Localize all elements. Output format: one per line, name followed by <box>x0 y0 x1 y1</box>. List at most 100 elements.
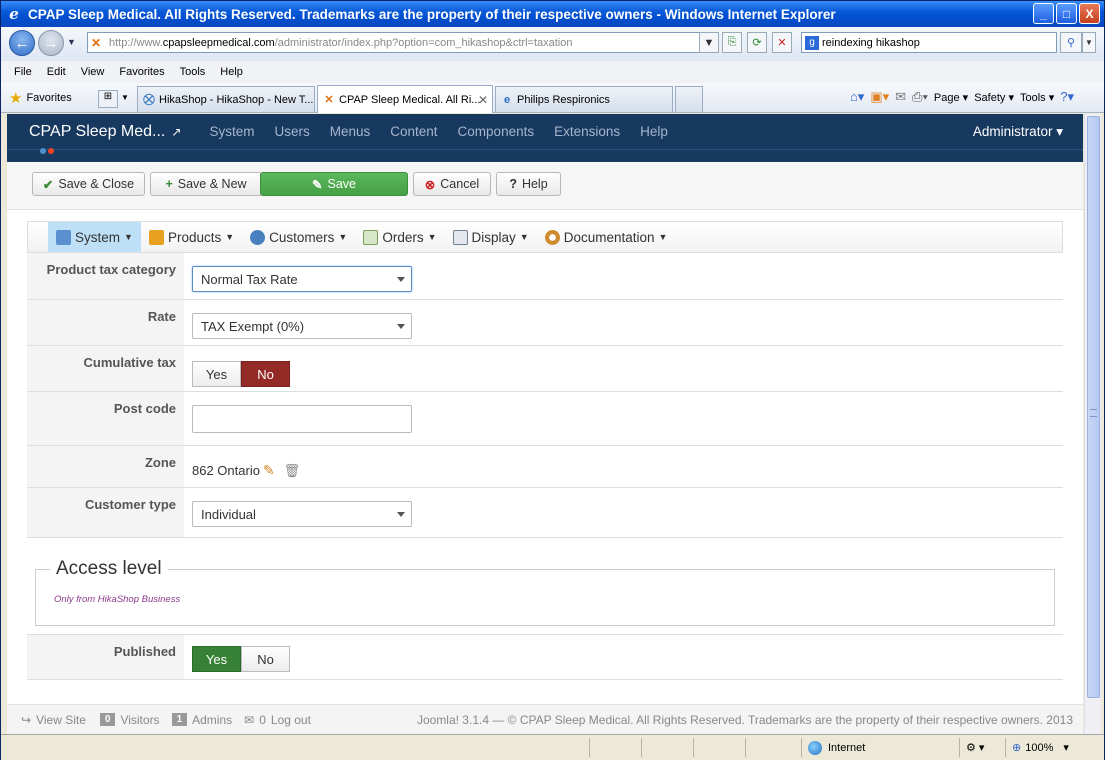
access-level-legend: Access level <box>50 558 168 580</box>
history-dropdown-icon[interactable]: ▼ <box>67 37 76 47</box>
post-code-input[interactable] <box>192 405 412 433</box>
nav-components[interactable]: Components <box>458 124 535 139</box>
star-icon: ★ <box>9 90 23 107</box>
page-menu[interactable]: Page ▾ <box>934 91 968 104</box>
hika-menu-products[interactable]: Products ▼ <box>141 222 242 252</box>
nav-help[interactable]: Help <box>640 124 668 139</box>
nav-users[interactable]: Users <box>274 124 309 139</box>
nav-menus[interactable]: Menus <box>330 124 371 139</box>
tab-label: Philips Respironics <box>517 93 610 106</box>
vertical-scrollbar[interactable] <box>1084 114 1101 734</box>
save-button[interactable]: ✎ Save <box>260 172 408 196</box>
hika-menu-display[interactable]: Display ▼ <box>445 222 537 252</box>
logout-link[interactable]: ✉ 0 Log out <box>244 713 311 727</box>
status-segment <box>589 738 639 757</box>
tools-menu[interactable]: Tools ▾ <box>1020 91 1054 104</box>
status-segment <box>693 738 743 757</box>
cumulative-yes-button[interactable]: Yes <box>192 361 241 387</box>
trash-icon[interactable]: 🗑 <box>284 463 301 479</box>
minimize-button[interactable]: _ <box>1033 3 1054 24</box>
browser-window: e CPAP Sleep Medical. All Rights Reserve… <box>0 0 1105 760</box>
refresh-icon[interactable]: ⟳ <box>747 32 767 53</box>
user-menu[interactable]: Administrator ▾ <box>973 124 1063 140</box>
tab-close-icon[interactable]: ✕ <box>478 93 488 107</box>
print-icon[interactable]: ⎙▾ <box>912 89 928 105</box>
menu-edit[interactable]: Edit <box>47 66 66 78</box>
published-no-button[interactable]: No <box>241 646 290 672</box>
cumulative-no-button[interactable]: No <box>241 361 290 387</box>
nav-content[interactable]: Content <box>390 124 437 139</box>
tab-philips[interactable]: e Philips Respironics <box>495 86 673 112</box>
search-options-icon[interactable]: ▼ <box>1082 32 1096 53</box>
rate-select[interactable]: TAX Exempt (0%) <box>192 313 412 339</box>
tab-list-dropdown-icon[interactable]: ▼ <box>121 93 129 102</box>
row-zone: Zone 862 Ontario ✎ 🗑 <box>27 446 1063 488</box>
zone-name: Internet <box>828 741 866 754</box>
cancel-button[interactable]: ⊗ Cancel <box>413 172 491 196</box>
hikashop-menu: System ▼ Products ▼ Customers ▼ Orders ▼ Dis… <box>27 221 1063 253</box>
search-box[interactable]: g reindexing hikashop <box>801 32 1057 53</box>
address-dropdown-button[interactable]: ▼ <box>699 32 719 53</box>
tax-category-select[interactable]: Normal Tax Rate <box>192 266 412 292</box>
feeds-icon[interactable]: ▣▾ <box>870 89 889 105</box>
menu-view[interactable]: View <box>81 66 105 78</box>
search-input[interactable]: reindexing hikashop <box>822 37 920 49</box>
zoom-button[interactable]: ⊕ 100% ▾ <box>1005 738 1089 757</box>
favorites-button[interactable]: ★ Favorites <box>9 89 72 107</box>
nav-system[interactable]: System <box>209 124 254 139</box>
hika-menu-documentation[interactable]: Documentation ▼ <box>537 222 676 252</box>
help-label: Help <box>521 177 548 191</box>
customer-type-select[interactable]: Individual <box>192 501 412 527</box>
published-yes-button[interactable]: Yes <box>192 646 241 672</box>
check-icon: ✔ <box>42 177 54 192</box>
caret-down-icon: ▼ <box>124 232 133 242</box>
compat-view-icon[interactable]: ⎘ <box>722 32 742 53</box>
security-zone: Internet <box>801 738 957 757</box>
lifebuoy-icon <box>544 229 560 245</box>
quick-tabs-icon[interactable]: ⊞ <box>98 90 118 108</box>
plus-icon: + <box>165 177 173 191</box>
scrollbar-grip-icon <box>1090 409 1097 417</box>
maximize-button[interactable]: □ <box>1056 3 1077 24</box>
scrollbar-thumb[interactable] <box>1087 116 1100 698</box>
stop-icon[interactable]: ✕ <box>772 32 792 53</box>
nav-extensions[interactable]: Extensions <box>554 124 620 139</box>
menu-favorites[interactable]: Favorites <box>119 66 164 78</box>
forward-button[interactable]: → <box>38 30 64 56</box>
logout-label: Log out <box>270 712 311 727</box>
logout-count: 0 <box>259 712 266 727</box>
safety-menu[interactable]: Safety ▾ <box>974 91 1014 104</box>
google-search-icon: g <box>805 35 819 50</box>
search-go-icon[interactable]: ⚲ <box>1060 32 1082 53</box>
hika-menu-label: Customers <box>269 229 335 245</box>
zone-label: Zone <box>27 446 184 487</box>
help-icon[interactable]: ?▾ <box>1060 89 1074 105</box>
menu-tools[interactable]: Tools <box>180 66 206 78</box>
back-button[interactable]: ← <box>9 30 35 56</box>
globe-icon <box>808 740 822 755</box>
help-button[interactable]: ? Help <box>496 172 561 196</box>
protected-mode-button[interactable]: ⚙ ▾ <box>959 738 1003 757</box>
address-bar[interactable]: ✕ http://www. cpapsleepmedical.com/admini… <box>87 32 717 53</box>
back-arrow-icon: ← <box>14 34 30 52</box>
hika-menu-system[interactable]: System ▼ <box>48 222 141 252</box>
site-brand[interactable]: CPAP Sleep Med... ↗ <box>29 123 181 141</box>
save-close-button[interactable]: ✔ Save & Close <box>32 172 145 196</box>
dropdown-arrow-icon <box>397 277 405 282</box>
header-strip <box>7 148 1083 162</box>
hika-menu-orders[interactable]: Orders ▼ <box>355 222 444 252</box>
tab-cpap-active[interactable]: ✕ CPAP Sleep Medical. All Ri... ✕ <box>317 85 493 113</box>
home-icon[interactable]: ⌂▾ <box>850 89 864 105</box>
admin-menu: System Users Menus Content Components Ex… <box>199 124 677 139</box>
tab-hikashop[interactable]: ⛒ HikaShop - HikaShop - New T... <box>137 86 315 112</box>
save-new-button[interactable]: + Save & New <box>150 172 262 196</box>
hika-menu-customers[interactable]: Customers ▼ <box>242 222 355 252</box>
menu-file[interactable]: File <box>14 66 32 78</box>
view-site-link[interactable]: ↪ View Site <box>21 713 86 727</box>
edit-pencil-icon[interactable]: ✎ <box>263 462 275 479</box>
menu-help[interactable]: Help <box>220 66 243 78</box>
mail-icon[interactable]: ✉ <box>895 89 906 105</box>
caret-down-icon: ▼ <box>225 232 235 242</box>
new-tab-button[interactable] <box>675 86 703 112</box>
close-button[interactable]: X <box>1079 3 1100 24</box>
